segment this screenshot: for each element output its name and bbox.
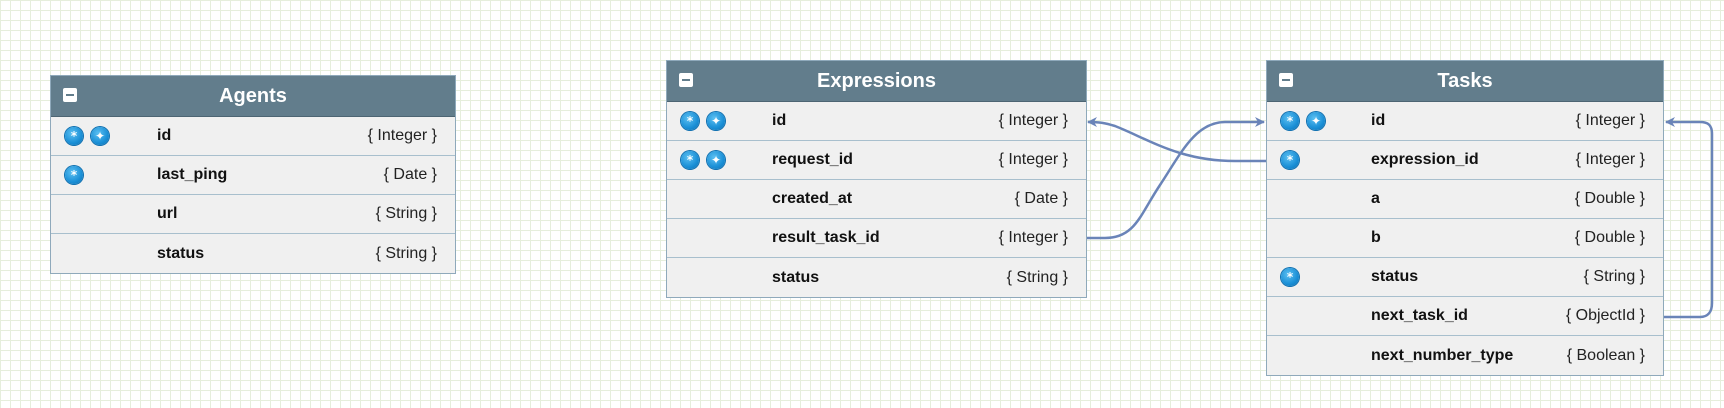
field-type: { String } <box>1583 268 1645 285</box>
field-type: { Integer } <box>1575 112 1645 129</box>
field-row[interactable]: result_task_id { Integer } <box>667 219 1086 258</box>
entity-title: Expressions <box>817 69 936 92</box>
field-row[interactable]: * ✦ id { Integer } <box>1267 102 1663 141</box>
primary-key-icon: * <box>65 166 83 184</box>
primary-key-icon: * <box>1281 268 1299 286</box>
field-name: next_task_id <box>1371 307 1468 324</box>
field-type: { String } <box>375 205 437 222</box>
primary-key-icon: * <box>65 127 83 145</box>
field-type: { Integer } <box>367 127 437 144</box>
relation-tasks-next-task-id-to-tasks-id <box>1663 117 1714 319</box>
field-row[interactable]: * ✦ id { Integer } <box>51 117 455 156</box>
entity-tasks-header[interactable]: Tasks <box>1267 61 1663 102</box>
field-row[interactable]: * ✦ request_id { Integer } <box>667 141 1086 180</box>
entity-agents[interactable]: Agents * ✦ id { Integer } * last_ping { D… <box>50 75 456 274</box>
field-name: a <box>1371 190 1380 207</box>
entity-title: Tasks <box>1437 69 1493 92</box>
entity-agents-header[interactable]: Agents <box>51 76 455 117</box>
unique-key-icon: ✦ <box>707 112 725 130</box>
field-type: { Integer } <box>998 112 1068 129</box>
field-row[interactable]: b { Double } <box>1267 219 1663 258</box>
field-row[interactable]: * last_ping { Date } <box>51 156 455 195</box>
relation-expressions-result-task-id-to-tasks-id <box>1085 117 1265 240</box>
primary-key-icon: * <box>681 112 699 130</box>
field-row[interactable]: next_number_type { Boolean } <box>1267 336 1663 375</box>
field-name: status <box>157 244 205 262</box>
field-name: b <box>1371 229 1381 246</box>
field-name: url <box>157 205 178 222</box>
field-name: id <box>1371 112 1386 129</box>
field-row[interactable]: url { String } <box>51 195 455 234</box>
field-type: { String } <box>1006 268 1068 286</box>
primary-key-icon: * <box>1281 112 1299 130</box>
collapse-icon[interactable] <box>679 73 693 87</box>
field-row[interactable]: created_at { Date } <box>667 180 1086 219</box>
field-name: status <box>1371 268 1419 285</box>
field-row[interactable]: * status { String } <box>1267 258 1663 297</box>
unique-key-icon: ✦ <box>707 151 725 169</box>
field-name: result_task_id <box>772 229 880 246</box>
relation-tasks-expression-id-to-expressions-id-end <box>1087 117 1267 163</box>
field-name: expression_id <box>1371 151 1479 168</box>
field-name: id <box>157 127 172 144</box>
entity-expressions[interactable]: Expressions * ✦ id { Integer } * ✦ request… <box>666 60 1087 298</box>
field-row[interactable]: * ✦ id { Integer } <box>667 102 1086 141</box>
field-type: { Boolean } <box>1566 346 1645 364</box>
field-type: { Date } <box>1014 190 1068 207</box>
field-name: request_id <box>772 151 853 168</box>
field-name: last_ping <box>157 166 228 183</box>
field-type: { Date } <box>383 166 437 183</box>
field-type: { Integer } <box>998 229 1068 246</box>
unique-key-icon: ✦ <box>1307 112 1325 130</box>
collapse-icon[interactable] <box>63 88 77 102</box>
entity-expressions-header[interactable]: Expressions <box>667 61 1086 102</box>
field-name: id <box>772 112 787 129</box>
collapse-icon[interactable] <box>1279 73 1293 87</box>
field-name: created_at <box>772 190 853 207</box>
primary-key-icon: * <box>1281 151 1299 169</box>
field-row[interactable]: status { String } <box>51 234 455 273</box>
field-row[interactable]: next_task_id { ObjectId } <box>1267 297 1663 336</box>
entity-title: Agents <box>219 84 287 107</box>
field-row[interactable]: * expression_id { Integer } <box>1267 141 1663 180</box>
field-type: { Integer } <box>998 151 1068 168</box>
unique-key-icon: ✦ <box>91 127 109 145</box>
field-name: next_number_type <box>1371 346 1514 364</box>
primary-key-icon: * <box>681 151 699 169</box>
field-row[interactable]: status { String } <box>667 258 1086 297</box>
entity-tasks[interactable]: Tasks * ✦ id { Integer } * expression_id … <box>1266 60 1664 376</box>
field-type: { Double } <box>1574 229 1645 246</box>
field-name: status <box>772 268 820 286</box>
field-type: { String } <box>375 244 437 262</box>
field-type: { ObjectId } <box>1565 307 1645 324</box>
field-type: { Double } <box>1574 190 1645 207</box>
field-type: { Integer } <box>1575 151 1645 168</box>
field-row[interactable]: a { Double } <box>1267 180 1663 219</box>
